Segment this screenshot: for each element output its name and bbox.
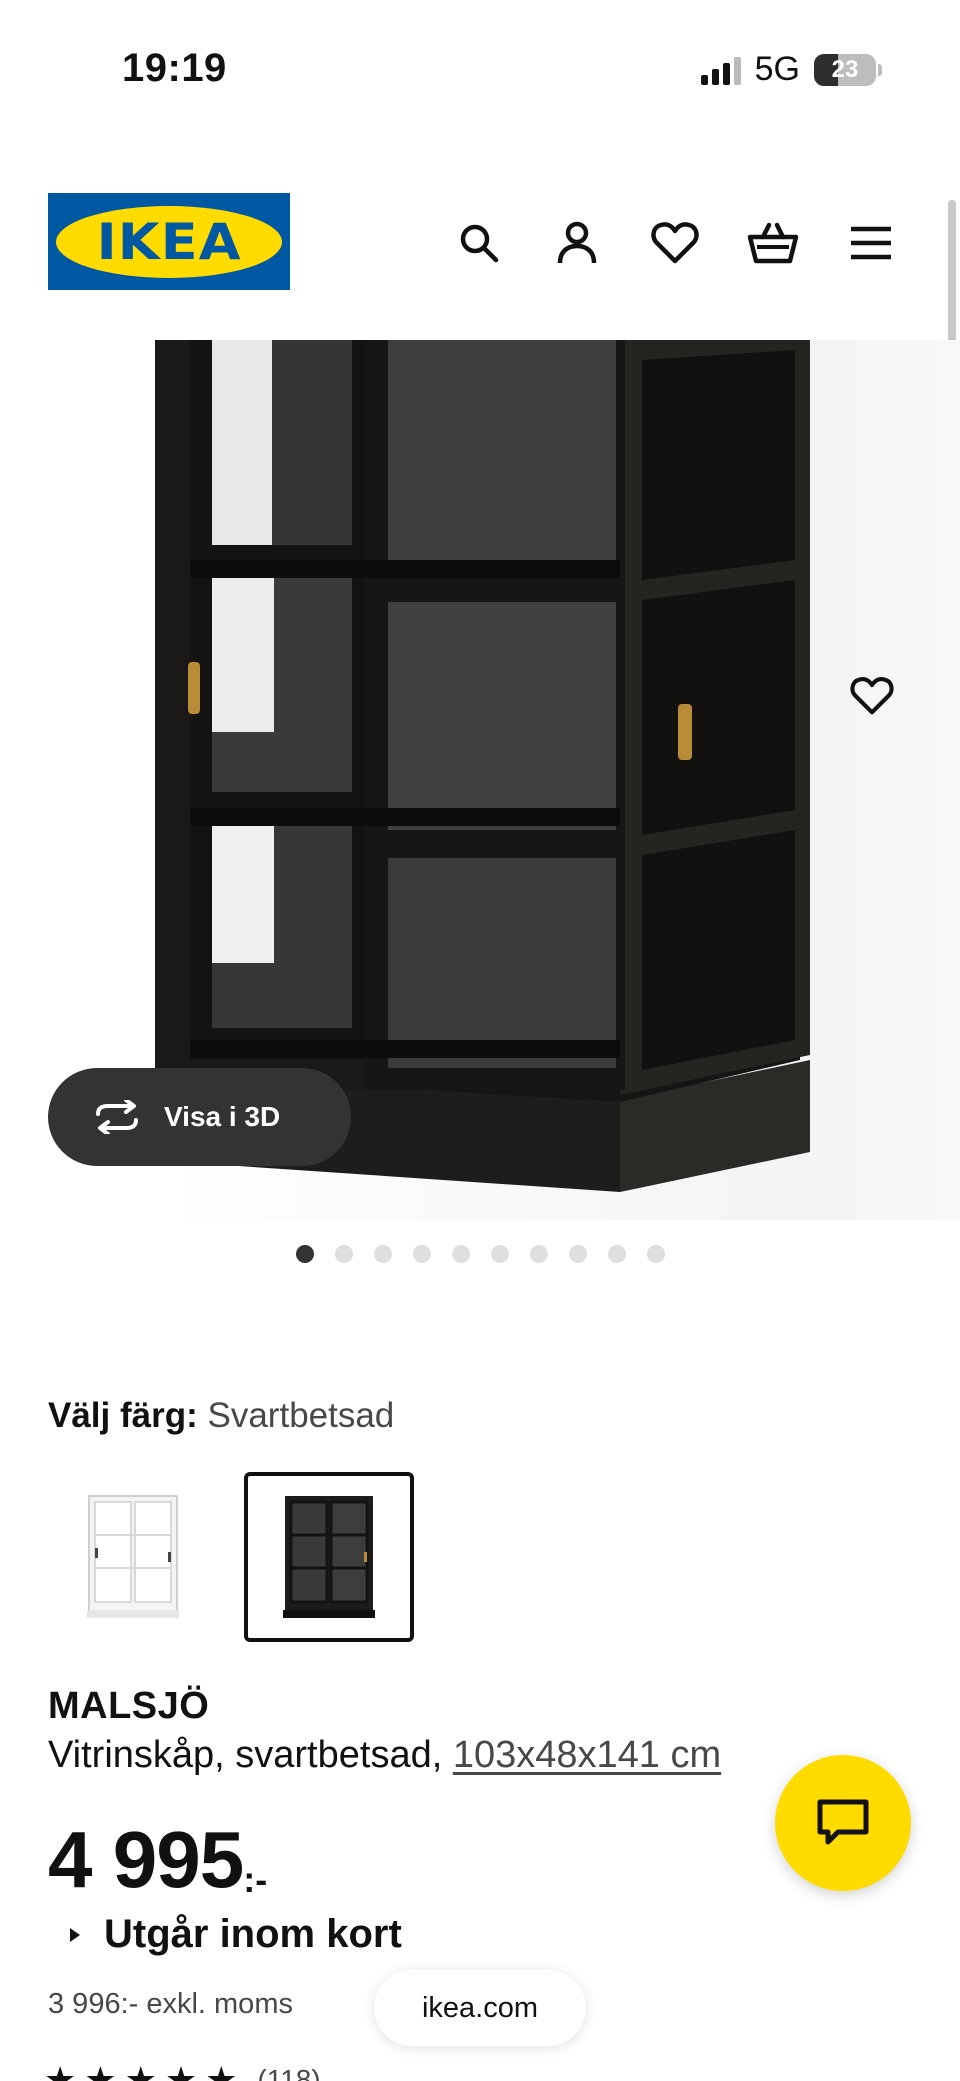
- view-in-3d-button[interactable]: Visa i 3D: [48, 1068, 351, 1166]
- product-description: Vitrinskåp, svartbetsad, 103x48x141 cm: [48, 1734, 721, 1777]
- site-header: IKEA: [0, 180, 960, 300]
- color-selector-label: Välj färg: Svartbetsad: [48, 1396, 394, 1436]
- price-excl-vat: 3 996:- exkl. moms: [48, 1988, 293, 2020]
- availability-text: Utgår inom kort: [104, 1912, 402, 1956]
- star-icon: ★: [124, 2059, 157, 2081]
- color-selected-value: Svartbetsad: [207, 1396, 395, 1435]
- color-swatch-black-brown[interactable]: [244, 1472, 414, 1642]
- carousel-dot[interactable]: [647, 1245, 665, 1263]
- product-price: 4 995 :-: [48, 1815, 267, 1905]
- caret-right-icon: [70, 1927, 80, 1942]
- carousel-dot[interactable]: [530, 1245, 548, 1263]
- price-suffix: :-: [243, 1859, 268, 1900]
- carousel-dot[interactable]: [452, 1245, 470, 1263]
- battery-tip: [878, 63, 882, 76]
- header-nav: [450, 214, 900, 272]
- chat-icon: [817, 1799, 869, 1845]
- user-icon[interactable]: [548, 214, 606, 272]
- logo-text: IKEA: [96, 212, 242, 271]
- color-swatch-white[interactable]: [48, 1472, 218, 1642]
- battery-icon: 23: [814, 53, 876, 86]
- rating[interactable]: ★ ★ ★ ★ ★ (118): [44, 2062, 321, 2081]
- chat-button[interactable]: [775, 1755, 911, 1891]
- menu-icon[interactable]: [842, 214, 900, 272]
- carousel-dot[interactable]: [335, 1245, 353, 1263]
- carousel-dot[interactable]: [608, 1245, 626, 1263]
- logo-ellipse: IKEA: [56, 205, 282, 278]
- carousel-dot[interactable]: [413, 1245, 431, 1263]
- star-icon: ★: [44, 2059, 77, 2081]
- status-indicators: 5G 23: [700, 50, 882, 89]
- product-dimensions-link[interactable]: 103x48x141 cm: [453, 1734, 721, 1776]
- star-icon: ★: [205, 2059, 238, 2081]
- browser-url-bar[interactable]: ikea.com: [374, 1970, 586, 2046]
- product-name: MALSJÖ: [48, 1685, 210, 1727]
- carousel-dots: [296, 1245, 665, 1263]
- carousel-dot[interactable]: [569, 1245, 587, 1263]
- ikea-logo[interactable]: IKEA: [48, 193, 290, 290]
- heart-icon[interactable]: [646, 214, 704, 272]
- star-icon: ★: [84, 2059, 117, 2081]
- add-to-favourites-icon[interactable]: [844, 668, 900, 724]
- color-swatches: [48, 1472, 414, 1642]
- product-type: Vitrinskåp, svartbetsad,: [48, 1734, 453, 1776]
- basket-icon[interactable]: [744, 214, 802, 272]
- view-in-3d-label: Visa i 3D: [164, 1101, 281, 1132]
- carousel-dot-active[interactable]: [296, 1245, 314, 1263]
- price-amount: 4 995: [48, 1815, 244, 1904]
- search-icon[interactable]: [450, 214, 508, 272]
- star-icon: ★: [164, 2059, 198, 2081]
- review-count: (118): [257, 2064, 321, 2081]
- status-time: 19:19: [122, 46, 227, 90]
- battery-level: 23: [831, 55, 859, 83]
- rotate-3d-icon: [96, 1100, 138, 1134]
- network-label: 5G: [754, 50, 800, 88]
- availability-toggle[interactable]: Utgår inom kort: [68, 1912, 402, 1957]
- signal-icon: [700, 55, 741, 85]
- status-bar: 19:19 5G 23: [0, 0, 960, 140]
- carousel-dot[interactable]: [491, 1245, 509, 1263]
- carousel-dot[interactable]: [374, 1245, 392, 1263]
- color-label-text: Välj färg:: [48, 1396, 198, 1435]
